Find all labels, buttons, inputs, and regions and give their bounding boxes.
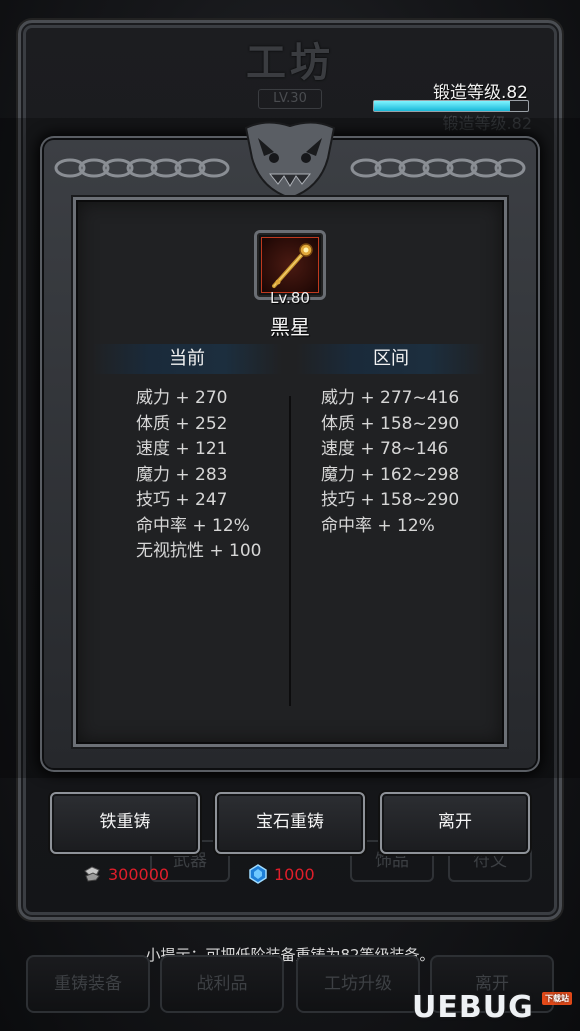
current-stat-power: 威力 + 270	[136, 388, 228, 408]
leave-button[interactable]: 离开	[380, 792, 530, 854]
nav-recast-equipment[interactable]: 重铸装备	[26, 955, 150, 1013]
golden-staff-icon	[272, 243, 313, 288]
iron-currency: 300000	[82, 862, 169, 886]
range-stat-hit-rate: 命中率 + 12%	[321, 515, 435, 536]
workshop-level-badge: LV.30	[258, 89, 322, 109]
current-stat-magic: 魔力 + 283	[136, 464, 228, 485]
current-stats-header: 当前	[92, 344, 282, 374]
current-stat-hit-rate: 命中率 + 12%	[136, 515, 250, 536]
current-stat-speed: 速度 + 121	[136, 439, 228, 459]
iron-recast-button[interactable]: 铁重铸	[50, 792, 200, 854]
range-stat-skill: 技巧 + 158~290	[321, 490, 460, 510]
gem-recast-button[interactable]: 宝石重铸	[215, 792, 365, 854]
range-stats-header: 区间	[296, 344, 486, 374]
iron-currency-amount: 300000	[108, 864, 170, 884]
chain-ornament-right-icon	[350, 158, 526, 178]
workshop-title: 工坊	[246, 39, 334, 86]
watermark-logo: UEBUG 下载站	[412, 990, 572, 1030]
current-stat-ignore-resistance: 无视抗性 + 100	[136, 541, 262, 561]
range-stat-power: 威力 + 277~416	[321, 388, 460, 408]
current-stats-list: 威力 + 270 体质 + 252 速度 + 121 魔力 + 283 技巧 +…	[136, 386, 262, 565]
gem-currency-amount: 1000	[274, 864, 315, 884]
demon-skull-crest-icon	[244, 121, 336, 200]
current-stat-constitution: 体质 + 252	[136, 413, 228, 434]
chain-ornament-left-icon	[54, 158, 230, 178]
item-level: Lv.80	[270, 289, 310, 307]
current-stat-skill: 技巧 + 247	[136, 490, 228, 510]
range-stats-list: 威力 + 277~416 体质 + 158~290 速度 + 78~146 魔力…	[321, 386, 459, 539]
nav-loot[interactable]: 战利品	[160, 955, 284, 1013]
stats-divider	[289, 396, 291, 706]
watermark-tag: 下载站	[542, 992, 572, 1005]
nav-workshop-upgrade[interactable]: 工坊升级	[296, 955, 420, 1013]
range-stat-speed: 速度 + 78~146	[321, 439, 449, 459]
item-slot-frame	[261, 237, 319, 293]
range-stat-constitution: 体质 + 158~290	[321, 413, 460, 434]
blue-gem-icon	[249, 864, 267, 884]
iron-ore-icon	[84, 866, 100, 882]
watermark-brand: UEBUG	[412, 990, 534, 1025]
item-name: 黑星	[270, 315, 310, 339]
gem-currency: 1000	[248, 862, 315, 886]
range-stat-magic: 魔力 + 162~298	[321, 464, 460, 485]
